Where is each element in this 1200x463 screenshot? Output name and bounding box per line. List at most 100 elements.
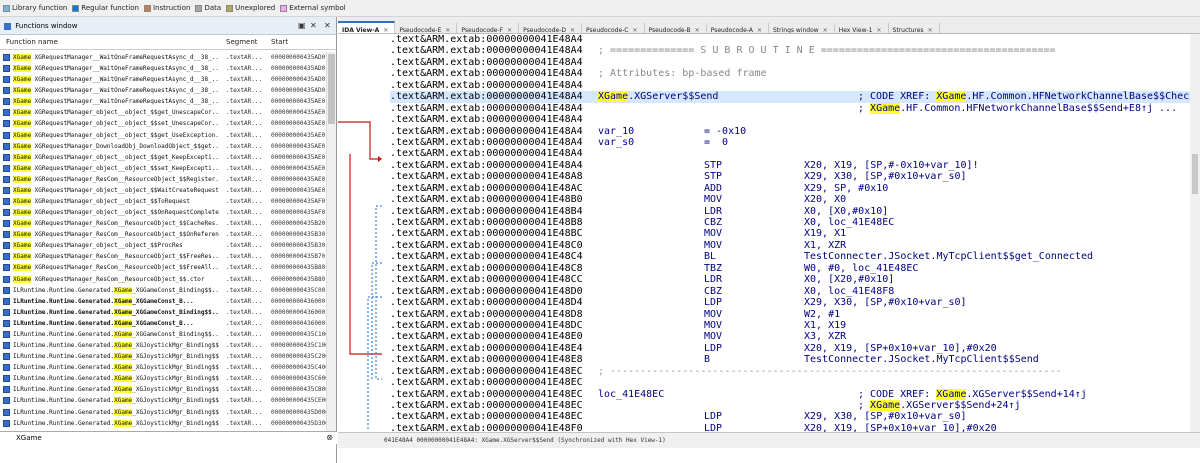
close-window-icon[interactable]: ✕ [310, 17, 317, 35]
operands[interactable]: X20, X19, [SP,#-0x10+var_10]! [804, 160, 979, 171]
function-row[interactable]: ILRuntime.Runtime.Generated.XGame_XGGame… [0, 329, 326, 340]
disasm-line[interactable]: .text&ARM.extab:00000000041E48A8 STP X29, … [390, 171, 1190, 182]
clear-filter-icon[interactable]: ⊗ [326, 432, 333, 444]
disasm-line[interactable]: .text&ARM.extab:00000000041E48C8 TBZ W0, #… [390, 263, 1190, 274]
function-row[interactable]: XGame XGRequestManager_object__object_$$… [0, 107, 326, 118]
disasm-line[interactable]: .text&ARM.extab:00000000041E48D8 MOV W2, #… [390, 309, 1190, 320]
operand-label[interactable]: loc_41E48EC [598, 389, 664, 400]
function-row[interactable]: XGame XGRequestManager_object__object_$$… [0, 163, 326, 174]
tab-pseudocode-f[interactable]: Pseudocode-F ✕ [457, 23, 520, 33]
operands[interactable]: W2, #1 [804, 309, 840, 320]
disasm-line[interactable]: .text&ARM.extab:00000000041E48A4 [390, 80, 1190, 91]
operands[interactable]: W0, #0, loc_41E48EC [804, 263, 918, 274]
code-scroll-thumb[interactable] [1192, 154, 1198, 194]
disasm-line[interactable]: .text&ARM.extab:00000000041E48D4 LDP X29, … [390, 297, 1190, 308]
function-row[interactable]: XGame XGRequestManager_ResCom__ResourceO… [0, 218, 326, 229]
tab-close-icon[interactable]: ✕ [695, 27, 700, 33]
function-label[interactable]: XGame.XGServer$$Send [598, 91, 718, 103]
tab-pseudocode-b[interactable]: Pseudocode-B ✕ [645, 23, 707, 33]
function-row[interactable]: XGame XGRequestManager__WaitOneFrameRequ… [0, 63, 326, 74]
disasm-line[interactable]: .text&ARM.extab:00000000041E48A4 var_10 = … [390, 126, 1190, 137]
disasm-line[interactable]: .text&ARM.extab:00000000041E48DC MOV X1, X… [390, 320, 1190, 331]
operands[interactable]: TestConnecter.JSocket.MyTcpClient$$get_C… [804, 251, 1093, 262]
disasm-line[interactable]: .text&ARM.extab:00000000041E48E4 LDP X20, … [390, 343, 1190, 354]
disasm-line[interactable]: .text&ARM.extab:00000000041E48C0 MOV X1, X… [390, 240, 1190, 251]
function-row[interactable]: XGame XGRequestManager_ResCom__ResourceO… [0, 274, 326, 285]
function-row[interactable]: XGame XGRequestManager_object__object_$$… [0, 185, 326, 196]
disasm-line[interactable]: .text&ARM.extab:00000000041E48AC ADD X29, … [390, 183, 1190, 194]
disasm-line[interactable]: .text&ARM.extab:00000000041E48CC LDR X0, [… [390, 274, 1190, 285]
functions-scrollbar[interactable] [326, 52, 336, 438]
disasm-line[interactable]: .text&ARM.extab:00000000041E48A4 XGame.XG… [390, 91, 1195, 103]
disasm-line[interactable]: .text&ARM.extab:00000000041E48A4; XGame.… [390, 102, 1190, 114]
function-row[interactable]: XGame XGRequestManager__WaitOneFrameRequ… [0, 74, 326, 85]
function-row[interactable]: XGame XGRequestManager_object__object_$$… [0, 196, 326, 207]
disasm-line[interactable]: .text&ARM.extab:00000000041E48D0 CBZ X0, l… [390, 286, 1190, 297]
operands[interactable]: X0, loc_41E48EC [804, 217, 894, 228]
tab-close-icon[interactable]: ✕ [876, 27, 881, 33]
disasm-line[interactable]: .text&ARM.extab:00000000041E48A4 STP X20, … [390, 160, 1190, 171]
disasm-line[interactable]: .text&ARM.extab:00000000041E48A4 ; ======… [390, 45, 1190, 56]
xref-comment[interactable]: ; XGame.HF.Common.HFNetworkChannelBase$$… [858, 102, 1177, 114]
disasm-line[interactable]: .text&ARM.extab:00000000041E48A4 [390, 34, 1190, 45]
functions-scroll-thumb[interactable] [328, 54, 335, 124]
disasm-line[interactable]: .text&ARM.extab:00000000041E48B4 LDR X0, [… [390, 206, 1190, 217]
disasm-line[interactable]: .text&ARM.extab:00000000041E48A4 var_s0 = … [390, 137, 1190, 148]
function-row[interactable]: XGame XGRequestManager__WaitOneFrameRequ… [0, 52, 326, 63]
code-scrollbar[interactable] [1190, 34, 1200, 432]
function-row[interactable]: ILRuntime.Runtime.Generated.XGame_XGJoys… [0, 384, 326, 395]
operand-label[interactable]: var_10 [598, 126, 634, 137]
tab-close-icon[interactable]: ✕ [928, 27, 933, 33]
function-row[interactable]: XGame XGRequestManager_object__object_$$… [0, 207, 326, 218]
tab-close-icon[interactable]: ✕ [383, 27, 388, 33]
function-row[interactable]: XGame XGRequestManager_object__object_$$… [0, 240, 326, 251]
close-panel-icon[interactable]: ✕ [324, 17, 331, 35]
function-row[interactable]: XGame XGRequestManager__WaitOneFrameRequ… [0, 85, 326, 96]
function-row[interactable]: XGame XGRequestManager_object__object_$$… [0, 130, 326, 141]
function-row[interactable]: ILRuntime.Runtime.Generated.XGame_XGGame… [0, 285, 326, 296]
tab-pseudocode-d[interactable]: Pseudocode-D ✕ [519, 23, 583, 33]
function-row[interactable]: XGame XGRequestManager_ResCom__ResourceO… [0, 229, 326, 240]
operands[interactable]: X29, X30, [SP,#0x10+var_s0] [804, 411, 967, 422]
tab-close-icon[interactable]: ✕ [823, 27, 828, 33]
operands[interactable]: X20, X19, [SP+0x10+var_10],#0x20 [804, 343, 997, 354]
disassembly-listing[interactable]: .text&ARM.extab:00000000041E48A4 .text&AR… [390, 34, 1195, 434]
tab-structures[interactable]: Structures ✕ [889, 23, 940, 33]
tab-close-icon[interactable]: ✕ [507, 27, 512, 33]
col-start[interactable]: Start [271, 35, 288, 50]
function-row[interactable]: ILRuntime.Runtime.Generated.XGame_XGJoys… [0, 418, 326, 429]
function-row[interactable]: ILRuntime.Runtime.Generated.XGame_XGJoys… [0, 395, 326, 406]
tab-hex-view-1[interactable]: Hex View-1 ✕ [835, 23, 889, 33]
tab-close-icon[interactable]: ✕ [570, 27, 575, 33]
operands[interactable]: X19, X1 [804, 228, 846, 239]
disasm-line[interactable]: .text&ARM.extab:00000000041E48EC ; ------… [390, 366, 1190, 377]
operands[interactable]: X29, X30, [SP,#0x10+var_s0] [804, 297, 967, 308]
filter-value[interactable]: XGame [16, 434, 42, 442]
tab-pseudocode-c[interactable]: Pseudocode-C ✕ [582, 23, 645, 33]
function-row[interactable]: XGame XGRequestManager_ResCom__ResourceO… [0, 251, 326, 262]
disasm-line[interactable]: .text&ARM.extab:00000000041E48A4 [390, 57, 1190, 68]
float-window-icon[interactable]: ▣ [298, 17, 306, 35]
operands[interactable]: X29, X30, [SP,#0x10+var_s0] [804, 171, 967, 182]
operands[interactable]: X20, X0 [804, 194, 846, 205]
function-row[interactable]: XGame XGRequestManager_object__object_$$… [0, 152, 326, 163]
function-row[interactable]: ILRuntime.Runtime.Generated.XGame_XGGame… [0, 296, 326, 307]
operands[interactable]: X0, [X20,#0x10] [804, 274, 894, 285]
operands[interactable]: X1, XZR [804, 240, 846, 251]
operands[interactable]: X3, XZR [804, 331, 846, 342]
xref-comment[interactable]: ; CODE XREF: XGame.HF.Common.HFNetworkCh… [858, 91, 1195, 103]
operands[interactable]: X1, X19 [804, 320, 846, 331]
function-row[interactable]: XGame XGRequestManager_DownloadObj_Downl… [0, 141, 326, 152]
operands[interactable]: X29, SP, #0x10 [804, 183, 888, 194]
function-row[interactable]: ILRuntime.Runtime.Generated.XGame_XGJoys… [0, 362, 326, 373]
operands[interactable]: TestConnecter.JSocket.MyTcpClient$$Send [804, 354, 1039, 365]
tab-pseudocode-a[interactable]: Pseudocode-A ✕ [707, 23, 769, 33]
disasm-line[interactable]: .text&ARM.extab:00000000041E48B8 CBZ X0, l… [390, 217, 1190, 228]
filter-bar[interactable]: XGame ⊗ [0, 431, 337, 444]
tab-pseudocode-e[interactable]: Pseudocode-E ✕ [395, 23, 458, 33]
function-row[interactable]: XGame XGRequestManager_ResCom__ResourceO… [0, 262, 326, 273]
operands[interactable]: X0, [X0,#0x10] [804, 206, 888, 217]
col-function-name[interactable]: Function name [6, 35, 58, 50]
function-row[interactable]: ILRuntime.Runtime.Generated.XGame_XGJoys… [0, 340, 326, 351]
function-row[interactable]: ILRuntime.Runtime.Generated.XGame_XGGame… [0, 318, 326, 329]
